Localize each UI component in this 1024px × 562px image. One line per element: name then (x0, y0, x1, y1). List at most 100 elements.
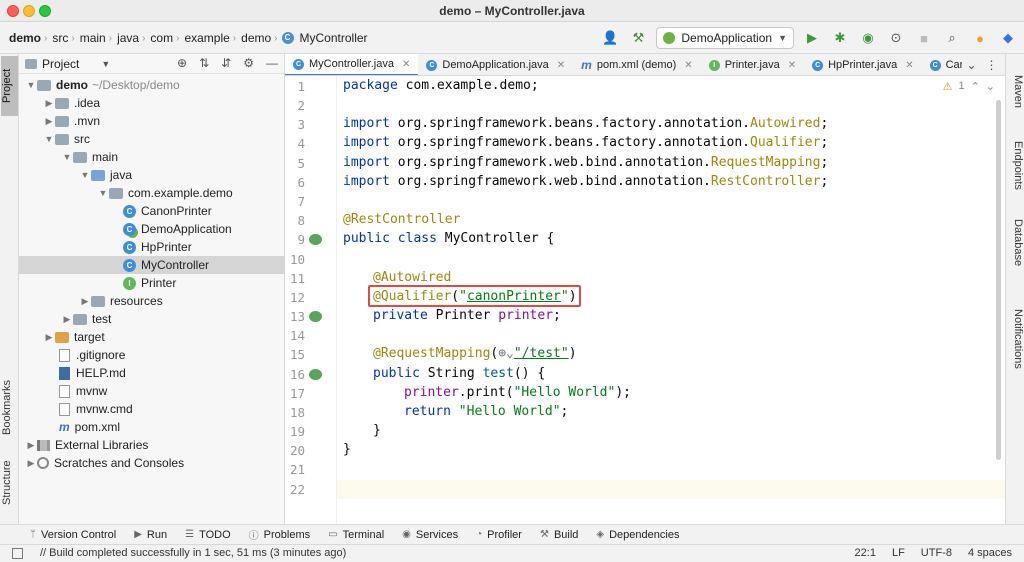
tree-item-mvnw[interactable]: mvnw (19, 382, 285, 400)
tree-item-gitignore[interactable]: .gitignore (19, 346, 285, 364)
hammer-icon[interactable]: ⚒ (628, 28, 648, 48)
tree-item-hpprinter[interactable]: C HpPrinter (19, 238, 285, 256)
tree-item-demo[interactable]: ▼ demo ~/Desktop/demo (19, 76, 285, 94)
breadcrumb-item[interactable]: example (183, 31, 230, 45)
breadcrumb-item[interactable]: src (51, 31, 69, 45)
close-icon[interactable]: ✕ (402, 59, 410, 70)
close-icon[interactable]: ✕ (557, 60, 565, 71)
breadcrumb-item[interactable]: main (79, 31, 107, 45)
maven-icon: m (581, 58, 592, 72)
line-number: 11 (289, 271, 305, 286)
user-icon[interactable]: 👤 (600, 28, 620, 48)
profiler-tool[interactable]: ◔ Profiler (476, 529, 522, 541)
file-encoding[interactable]: UTF-8 (921, 547, 952, 559)
status-message[interactable]: // Build completed successfully in 1 sec… (40, 547, 346, 559)
project-panel-title[interactable]: Project (42, 57, 79, 71)
gear-icon[interactable]: ⚙ (243, 56, 254, 70)
code-editor[interactable]: 1 2 3 4 5 6 7 8 9 10 11 12 13 14 15 16 1… (285, 76, 1005, 524)
breadcrumb-item[interactable]: demo (8, 31, 42, 45)
jetbrains-icon[interactable]: ◆ (998, 28, 1018, 48)
spring-bean-gutter-icon[interactable] (309, 234, 322, 245)
tree-item-demoapplication[interactable]: C DemoApplication (19, 220, 285, 238)
terminal-tool[interactable]: ▭ Terminal (328, 529, 384, 541)
tree-item-src[interactable]: ▼ src (19, 130, 285, 148)
spring-bean-gutter-icon[interactable] (309, 311, 322, 322)
indent-setting[interactable]: 4 spaces (968, 547, 1012, 559)
dependencies-tool[interactable]: ◈ Dependencies (596, 529, 679, 541)
endpoints-tool-tab[interactable]: Endpoints (1007, 132, 1024, 198)
search-icon[interactable]: ⌕ (942, 28, 962, 48)
tree-item-help-md[interactable]: HELP.md (19, 364, 285, 382)
run-config-selector[interactable]: DemoApplication ▼ (656, 27, 794, 49)
tree-item-mvn[interactable]: ▶ .mvn (19, 112, 285, 130)
globe-icon[interactable]: ⊕⌄ (498, 346, 514, 361)
breadcrumb-item[interactable]: demo (240, 31, 272, 45)
tool-windows-icon[interactable] (12, 548, 23, 559)
tree-item-label: Printer (141, 276, 177, 290)
tree-item-target[interactable]: ▶ target (19, 328, 285, 346)
coverage-icon[interactable]: ◉ (858, 28, 878, 48)
excluded-folder-icon (55, 331, 69, 343)
breadcrumb-item[interactable]: java (116, 31, 140, 45)
breadcrumb-item[interactable]: MyController (299, 31, 369, 45)
tab-printer[interactable]: I Printer.java ✕ (701, 54, 804, 75)
maven-tool-tab[interactable]: Maven (1007, 70, 1024, 114)
keyword: import (343, 174, 390, 189)
folder-icon (25, 58, 37, 69)
debug-icon[interactable]: ✱ (830, 28, 850, 48)
build-tool[interactable]: ⚒ Build (540, 529, 578, 541)
run-tool[interactable]: ▶ Run (134, 529, 167, 541)
vertical-scrollbar[interactable] (996, 100, 1001, 460)
tree-item-mvnw-cmd[interactable]: mvnw.cmd (19, 400, 285, 418)
update-icon[interactable]: ● (970, 28, 990, 48)
expand-icon[interactable]: ⇵ (221, 56, 231, 70)
notifications-tool-tab[interactable]: Notifications (1007, 294, 1024, 384)
tree-item-canonprinter[interactable]: C CanonPrinter (19, 202, 285, 220)
tree-item-hint: ~/Desktop/demo (92, 78, 180, 92)
database-tool-tab[interactable]: Database (1007, 214, 1024, 272)
close-icon[interactable]: ✕ (684, 60, 692, 71)
run-icon[interactable]: ▶ (802, 28, 822, 48)
bookmarks-tool-tab[interactable]: Bookmarks (1, 372, 18, 442)
tree-item-printer[interactable]: I Printer (19, 274, 285, 292)
tree-item-external-libraries[interactable]: ▶ External Libraries (19, 436, 285, 454)
more-run-icon[interactable]: ⊙ (886, 28, 906, 48)
problems-tool[interactable]: ⓘ Problems (249, 527, 310, 543)
tab-mycontroller[interactable]: C MyController.java ✕ (285, 54, 419, 75)
spring-boot-class-icon: C (123, 222, 136, 236)
close-icon[interactable]: ✕ (905, 60, 913, 71)
tab-demoapplication[interactable]: C DemoApplication.java ✕ (418, 54, 573, 75)
breadcrumb-item[interactable]: com (149, 31, 174, 45)
services-tool[interactable]: ◉ Services (402, 529, 458, 541)
tree-item-mycontroller[interactable]: C MyController (19, 256, 285, 274)
chevron-down-icon[interactable]: ⌄ (966, 58, 976, 72)
tree-item-idea[interactable]: ▶ .idea (19, 94, 285, 112)
inspection-widget[interactable]: ⚠ 1 ⌃ ⌄ (943, 80, 995, 93)
structure-tool-tab[interactable]: Structure (1, 454, 18, 512)
more-icon[interactable]: ⋮ (986, 58, 998, 72)
tree-item-java[interactable]: ▼ java (19, 166, 285, 184)
tree-item-main[interactable]: ▼ main (19, 148, 285, 166)
interface-icon: I (123, 276, 136, 290)
tab-pom[interactable]: m pom.xml (demo) ✕ (573, 54, 701, 75)
project-tool-tab[interactable]: Project (1, 56, 18, 116)
chevron-down-icon[interactable]: ⌄ (986, 80, 995, 93)
todo-tool[interactable]: ☰ TODO (185, 529, 231, 541)
tree-item-package[interactable]: ▼ com.example.demo (19, 184, 285, 202)
caret-position[interactable]: 22:1 (855, 547, 876, 559)
tree-item-resources[interactable]: ▶ resources (19, 292, 285, 310)
tab-hpprinter[interactable]: C HpPrinter.java ✕ (804, 54, 921, 75)
locate-icon[interactable]: ⊕ (177, 56, 187, 70)
tree-item-scratches[interactable]: ▶ Scratches and Consoles (19, 454, 285, 472)
tree-item-pom-xml[interactable]: m pom.xml (19, 418, 285, 436)
collapse-icon[interactable]: ⇅ (199, 56, 209, 70)
hide-icon[interactable]: — (266, 56, 278, 70)
stop-icon[interactable]: ■ (914, 28, 934, 48)
tree-item-test[interactable]: ▶ test (19, 310, 285, 328)
version-control-tool[interactable]: ᛘ Version Control (30, 529, 116, 541)
close-icon[interactable]: ✕ (788, 60, 796, 71)
line-separator[interactable]: LF (892, 547, 905, 559)
chevron-down-icon[interactable]: ▼ (101, 59, 110, 69)
spring-endpoint-gutter-icon[interactable] (309, 369, 322, 380)
chevron-up-icon[interactable]: ⌃ (971, 80, 980, 93)
